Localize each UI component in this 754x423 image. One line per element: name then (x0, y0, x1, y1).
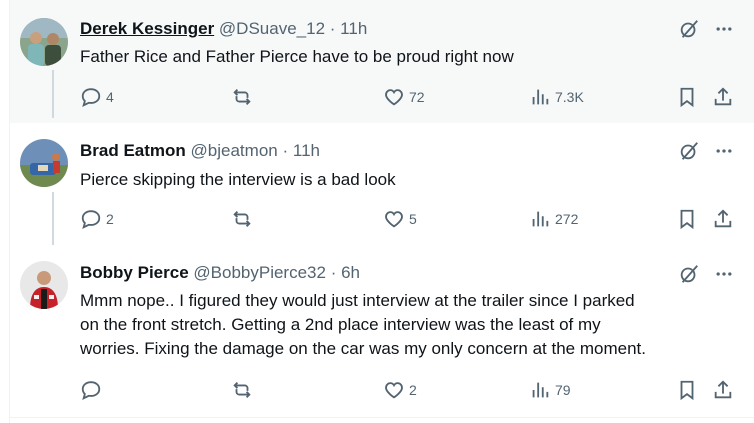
like-button[interactable]: 72 (383, 86, 425, 108)
tweet-header: Derek Kessinger @DSuave_12 · 11h (80, 18, 367, 40)
tweet-actions: 2 5 272 (80, 208, 734, 232)
tweet-top-actions (678, 263, 734, 285)
share-button[interactable] (712, 208, 734, 230)
retweet-button[interactable] (231, 86, 257, 108)
retweet-button[interactable] (231, 379, 257, 401)
share-button[interactable] (712, 86, 734, 108)
separator-dot: · (282, 141, 289, 160)
reply-icon (81, 381, 101, 400)
divider (10, 417, 754, 418)
separator-dot: · (330, 263, 337, 282)
reply-button[interactable]: 4 (80, 86, 114, 108)
views-button[interactable]: 272 (529, 208, 578, 230)
reply-count: 4 (106, 89, 114, 105)
thread-line (52, 70, 54, 118)
timestamp[interactable]: 11h (340, 19, 367, 38)
timestamp[interactable]: 11h (293, 141, 320, 160)
bookmark-button[interactable] (676, 379, 698, 401)
tweet-top-actions (678, 18, 734, 40)
more-icon[interactable] (714, 141, 734, 161)
display-name[interactable]: Derek Kessinger (80, 19, 214, 38)
like-count: 72 (409, 89, 425, 105)
like-count: 5 (409, 211, 417, 227)
tweet-header: Brad Eatmon @bjeatmon · 11h (80, 140, 320, 162)
tweet-top-actions (678, 140, 734, 162)
reply-button[interactable] (80, 379, 106, 401)
reply-button[interactable]: 2 (80, 208, 114, 230)
tweet-text: Mmm nope.. I figured they would just int… (80, 289, 646, 361)
like-icon (385, 89, 403, 106)
grok-icon[interactable] (678, 18, 700, 40)
avatar[interactable] (20, 18, 68, 66)
bookmark-icon (680, 87, 694, 108)
tweet-header: Bobby Pierce @BobbyPierce32 · 6h (80, 262, 360, 284)
share-icon (714, 87, 732, 106)
thread-line (52, 192, 54, 250)
retweet-icon (233, 89, 251, 105)
views-count: 79 (555, 382, 571, 398)
avatar[interactable] (20, 261, 68, 309)
like-button[interactable]: 2 (383, 379, 417, 401)
bookmark-icon (680, 380, 694, 401)
retweet-icon (233, 382, 251, 398)
views-count: 272 (555, 211, 579, 227)
grok-icon[interactable] (678, 263, 700, 285)
tweet-actions: 2 79 (80, 379, 734, 403)
bookmark-button[interactable] (676, 208, 698, 230)
views-count: 7.3K (555, 89, 584, 105)
display-name[interactable]: Bobby Pierce (80, 263, 189, 282)
views-button[interactable]: 79 (529, 379, 571, 401)
share-icon (714, 209, 732, 228)
retweet-icon (233, 211, 251, 227)
timestamp[interactable]: 6h (341, 263, 360, 282)
tweet-text-line: Mmm nope.. I figured they would just int… (80, 291, 635, 310)
like-icon (385, 382, 403, 399)
like-icon (385, 211, 403, 228)
views-icon (532, 211, 549, 227)
handle[interactable]: @bjeatmon (191, 141, 278, 160)
views-button[interactable]: 7.3K (529, 86, 584, 108)
like-count: 2 (409, 382, 417, 398)
views-icon (532, 382, 549, 398)
grok-icon[interactable] (678, 140, 700, 162)
handle[interactable]: @DSuave_12 (219, 19, 325, 38)
more-icon[interactable] (714, 264, 734, 284)
avatar[interactable] (20, 139, 68, 187)
bookmark-icon (680, 209, 694, 230)
share-icon (714, 380, 732, 399)
retweet-button[interactable] (231, 208, 257, 230)
tweet-text: Pierce skipping the interview is a bad l… (80, 170, 396, 189)
views-icon (532, 89, 549, 105)
tweet-text-line: worries. Fixing the damage on the car wa… (80, 339, 646, 358)
tweet-actions: 4 72 7.3K (80, 86, 734, 110)
reply-icon (81, 88, 101, 107)
bookmark-button[interactable] (676, 86, 698, 108)
tweet-text-line: on the front stretch. Getting a 2nd plac… (80, 315, 601, 334)
tweet-text: Father Rice and Father Pierce have to be… (80, 47, 514, 66)
separator-dot: · (329, 19, 336, 38)
like-button[interactable]: 5 (383, 208, 417, 230)
display-name[interactable]: Brad Eatmon (80, 141, 186, 160)
reply-count: 2 (106, 211, 114, 227)
more-icon[interactable] (714, 19, 734, 39)
handle[interactable]: @BobbyPierce32 (193, 263, 326, 282)
share-button[interactable] (712, 379, 734, 401)
reply-icon (81, 210, 101, 229)
